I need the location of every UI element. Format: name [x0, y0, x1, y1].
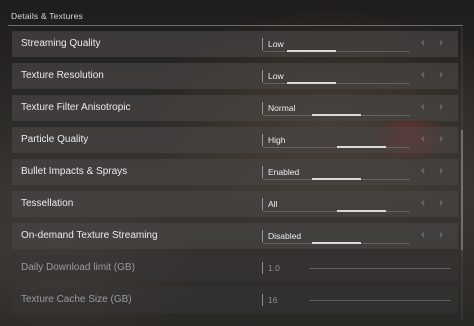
value-divider	[262, 198, 263, 210]
chevron-right-icon[interactable]: ›	[436, 165, 446, 177]
section-title: Details & Textures	[11, 11, 83, 21]
setting-row-on-demand-texture-streaming[interactable]: On-demand Texture Streaming Disabled ‹ ›	[12, 223, 458, 249]
setting-label: Bullet Impacts & Sprays	[21, 166, 128, 177]
level-fill	[337, 210, 386, 212]
setting-row-particle-quality[interactable]: Particle Quality High ‹ ›	[12, 127, 458, 153]
setting-row-bullet-impacts-sprays[interactable]: Bullet Impacts & Sprays Enabled ‹ ›	[12, 159, 458, 185]
level-track	[263, 83, 410, 84]
setting-value: Normal	[268, 103, 296, 113]
chevron-left-icon[interactable]: ‹	[418, 197, 428, 209]
level-fill	[312, 178, 361, 180]
setting-row-texture-filter-anisotropic[interactable]: Texture Filter Anisotropic Normal ‹ ›	[12, 95, 458, 121]
setting-row-streaming-quality[interactable]: Streaming Quality Low ‹ ›	[12, 31, 458, 57]
setting-value: Disabled	[268, 231, 302, 241]
setting-value: High	[268, 135, 286, 145]
chevron-left-icon[interactable]: ‹	[418, 37, 428, 49]
scrollbar-thumb[interactable]	[461, 130, 463, 250]
setting-value: 1.0	[268, 263, 280, 273]
value-divider	[262, 294, 263, 306]
setting-value: Low	[268, 71, 284, 81]
level-fill	[312, 114, 361, 116]
chevron-right-icon[interactable]: ›	[436, 133, 446, 145]
setting-row-texture-resolution[interactable]: Texture Resolution Low ‹ ›	[12, 63, 458, 89]
level-fill	[337, 146, 386, 148]
setting-value: All	[268, 199, 278, 209]
settings-list: Streaming Quality Low ‹ › Texture Resolu…	[12, 31, 458, 319]
setting-label: Particle Quality	[21, 134, 89, 145]
setting-label: Texture Resolution	[21, 70, 104, 81]
value-divider	[262, 230, 263, 242]
level-fill	[312, 242, 361, 244]
section-divider	[8, 25, 463, 26]
setting-row-texture-cache-size[interactable]: Texture Cache Size (GB) 16	[12, 287, 458, 313]
chevron-right-icon[interactable]: ›	[436, 197, 446, 209]
value-divider	[262, 262, 263, 274]
setting-label: Texture Filter Anisotropic	[21, 102, 131, 113]
setting-label: Tessellation	[21, 198, 74, 209]
chevron-right-icon[interactable]: ›	[436, 69, 446, 81]
value-divider	[262, 38, 263, 50]
setting-label: Texture Cache Size (GB)	[21, 294, 132, 305]
setting-row-tessellation[interactable]: Tessellation All ‹ ›	[12, 191, 458, 217]
value-divider	[262, 102, 263, 114]
chevron-right-icon[interactable]: ›	[436, 37, 446, 49]
setting-label: Streaming Quality	[21, 38, 101, 49]
chevron-right-icon[interactable]: ›	[436, 101, 446, 113]
chevron-left-icon[interactable]: ‹	[418, 133, 428, 145]
value-divider	[262, 134, 263, 146]
chevron-left-icon[interactable]: ‹	[418, 69, 428, 81]
setting-label: Daily Download limit (GB)	[21, 262, 135, 273]
chevron-left-icon[interactable]: ‹	[418, 229, 428, 241]
slider-track[interactable]	[309, 268, 451, 269]
value-divider	[262, 70, 263, 82]
setting-label: On-demand Texture Streaming	[21, 230, 158, 241]
level-track	[263, 51, 410, 52]
chevron-left-icon[interactable]: ‹	[418, 165, 428, 177]
chevron-left-icon[interactable]: ‹	[418, 101, 428, 113]
level-fill	[287, 50, 336, 52]
setting-value: Enabled	[268, 167, 300, 177]
slider-track[interactable]	[309, 300, 451, 301]
chevron-right-icon[interactable]: ›	[436, 229, 446, 241]
value-divider	[262, 166, 263, 178]
setting-row-daily-download-limit[interactable]: Daily Download limit (GB) 1.0	[12, 255, 458, 281]
setting-value: 16	[268, 295, 278, 305]
level-fill	[287, 82, 336, 84]
setting-value: Low	[268, 39, 284, 49]
